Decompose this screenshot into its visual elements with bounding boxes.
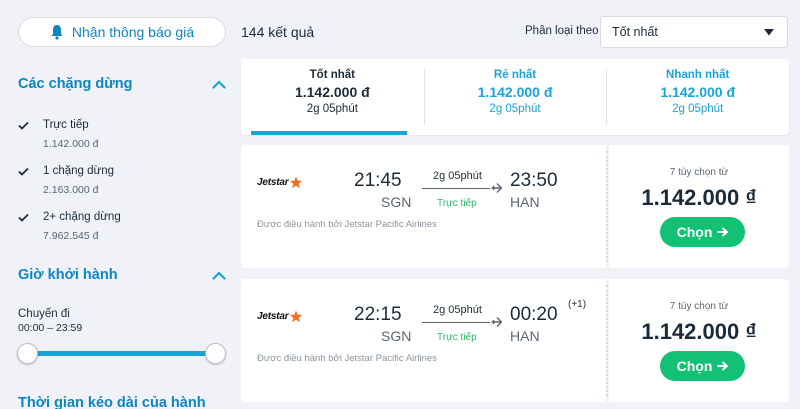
star-icon [290, 176, 303, 189]
options-count: 7 tùy chọn từ [669, 301, 729, 312]
chevron-up-icon[interactable] [212, 79, 226, 89]
arrival-time: 00:20 [510, 304, 558, 325]
stops-info: Trực tiếp [437, 332, 477, 343]
price-alert-button[interactable]: Nhận thông báo giá [18, 17, 226, 47]
select-flight-button[interactable]: Chọn [660, 217, 745, 247]
airline-name: Jetstar [257, 177, 289, 188]
tab-duration: 2g 05phút [306, 103, 358, 115]
flight-duration: 2g 05phút [433, 304, 482, 316]
flight-price: 1.142.000 ₫ [641, 185, 757, 210]
time-slider-start-handle[interactable] [17, 343, 38, 364]
checkmark-icon[interactable] [18, 167, 29, 176]
departure-section-header[interactable]: Giờ khởi hành [18, 267, 226, 283]
stop-filter-label: Trực tiếp [43, 119, 89, 131]
arrival-airport: HAN [510, 194, 540, 210]
select-button-label: Chọn [676, 224, 713, 240]
tab-fastest[interactable]: Nhanh nhất 1.142.000 đ 2g 05phút [606, 59, 789, 135]
checkmark-icon[interactable] [18, 213, 29, 222]
arrow-right-icon [717, 227, 729, 237]
price-panel: 7 tùy chọn từ 1.142.000 ₫ Chọn [609, 145, 789, 268]
airplane-icon [491, 183, 502, 193]
operated-by: Được điều hành bởi Jetstar Pacific Airli… [257, 353, 437, 364]
flight-price: 1.142.000 ₫ [641, 319, 757, 344]
stop-filter-price: 7.962.545 đ [43, 230, 99, 242]
departure-airport: SGN [381, 194, 412, 210]
sort-tabs: Tốt nhất 1.142.000 đ 2g 05phút Rẻ nhất 1… [241, 59, 789, 135]
arrival-time: 23:50 [510, 170, 558, 191]
departure-section-title: Giờ khởi hành [18, 267, 118, 283]
tab-title: Tốt nhất [309, 69, 356, 81]
route-line [422, 322, 490, 323]
time-slider-end-handle[interactable] [205, 343, 226, 364]
price-alert-label: Nhận thông báo giá [71, 24, 195, 40]
stop-filter-label: 2+ chặng dừng [43, 211, 121, 223]
next-day-indicator: (+1) [568, 299, 587, 310]
price-panel: 7 tùy chọn từ 1.142.000 ₫ Chọn [609, 279, 789, 402]
flight-details[interactable]: Jetstar 21:45 SGN 2g 05phút Trực tiếp 23… [241, 145, 606, 268]
sort-select[interactable]: Tốt nhất [600, 16, 788, 48]
tab-duration: 2g 05phút [672, 103, 724, 115]
tab-duration: 2g 05phút [489, 103, 541, 115]
select-flight-button[interactable]: Chọn [660, 351, 745, 381]
chevron-up-icon[interactable] [212, 270, 226, 280]
stop-filter-price: 2.163.000 đ [43, 184, 99, 196]
sort-selected-value: Tốt nhất [612, 25, 658, 39]
tab-title: Rẻ nhất [493, 69, 537, 81]
airline-logo: Jetstar [257, 310, 303, 323]
flight-card[interactable]: Jetstar 21:45 SGN 2g 05phút Trực tiếp 23… [241, 145, 789, 268]
caret-down-icon [764, 29, 774, 36]
airplane-icon [491, 317, 502, 327]
arrival-airport: HAN [510, 328, 540, 344]
select-button-label: Chọn [676, 358, 713, 374]
results-count: 144 kết quả [241, 24, 315, 40]
active-tab-indicator [251, 131, 407, 135]
checkmark-icon[interactable] [18, 121, 29, 130]
bell-icon [51, 25, 63, 40]
star-icon [290, 310, 303, 323]
tab-price: 1.142.000 đ [294, 84, 370, 100]
flight-duration: 2g 05phút [433, 170, 482, 182]
time-range-value: 00:00 – 23:59 [18, 322, 83, 334]
airline-name: Jetstar [257, 311, 289, 322]
trip-label: Chuyến đi [18, 308, 70, 320]
stops-section-header[interactable]: Các chặng dừng [18, 76, 226, 92]
tab-best[interactable]: Tốt nhất 1.142.000 đ 2g 05phút [241, 59, 424, 135]
tab-cheapest[interactable]: Rẻ nhất 1.142.000 đ 2g 05phút [423, 59, 607, 135]
arrow-right-icon [717, 361, 729, 371]
stop-filter-price: 1.142.000 đ [43, 138, 99, 150]
tab-price: 1.142.000 đ [477, 84, 553, 100]
time-slider-track[interactable] [27, 351, 215, 356]
sort-label: Phân loại theo [525, 25, 599, 37]
departure-airport: SGN [381, 328, 412, 344]
options-count: 7 tùy chọn từ [669, 167, 729, 178]
tab-price: 1.142.000 đ [660, 84, 736, 100]
departure-time: 22:15 [354, 304, 402, 325]
flight-details[interactable]: Jetstar 22:15 SGN 2g 05phút Trực tiếp 00… [241, 279, 606, 402]
route-line [422, 188, 490, 189]
stop-filter-label: 1 chặng dừng [43, 165, 115, 177]
airline-logo: Jetstar [257, 176, 303, 189]
flight-card[interactable]: Jetstar 22:15 SGN 2g 05phút Trực tiếp 00… [241, 279, 789, 402]
operated-by: Được điều hành bởi Jetstar Pacific Airli… [257, 219, 437, 230]
duration-section-title[interactable]: Thời gian kéo dài của hành [18, 395, 206, 409]
tab-title: Nhanh nhất [666, 69, 730, 81]
stops-section-title: Các chặng dừng [18, 76, 133, 92]
departure-time: 21:45 [354, 170, 402, 191]
stops-info: Trực tiếp [437, 198, 477, 209]
